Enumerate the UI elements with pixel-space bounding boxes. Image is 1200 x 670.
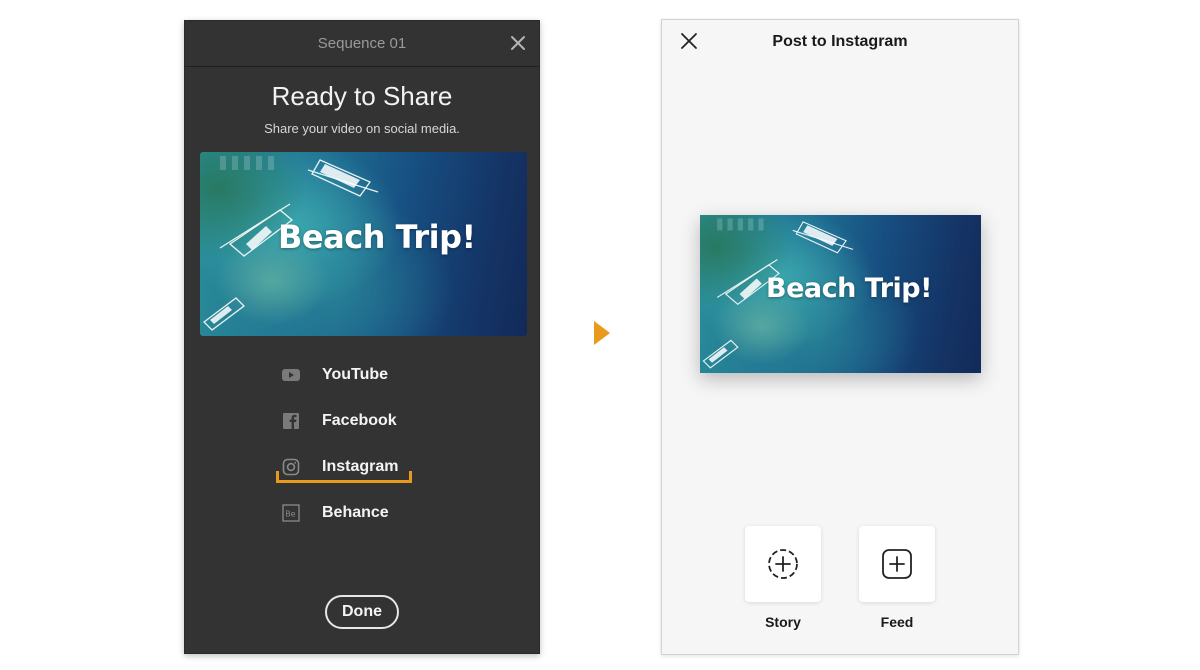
share-item-youtube[interactable]: YouTube bbox=[282, 363, 442, 389]
share-subheading: Share your video on social media. bbox=[264, 121, 460, 136]
feed-option[interactable]: Feed bbox=[859, 526, 937, 630]
share-dialog-header: Sequence 01 bbox=[185, 21, 539, 67]
feed-add-icon bbox=[882, 549, 912, 579]
story-add-icon bbox=[768, 549, 798, 579]
share-item-behance[interactable]: Be Behance bbox=[282, 501, 442, 527]
share-item-label: Facebook bbox=[322, 412, 397, 429]
share-item-label: YouTube bbox=[322, 366, 389, 383]
share-heading: Ready to Share bbox=[271, 81, 453, 111]
story-option[interactable]: Story bbox=[745, 526, 823, 630]
close-icon[interactable] bbox=[509, 34, 527, 52]
video-thumbnail: Beach Trip! bbox=[200, 152, 527, 336]
facebook-icon bbox=[283, 413, 299, 429]
sequence-title: Sequence 01 bbox=[317, 35, 407, 52]
behance-icon: Be bbox=[282, 504, 300, 522]
feed-label: Feed bbox=[880, 614, 914, 630]
thumbnail-title: Beach Trip! bbox=[278, 218, 476, 256]
svg-text:Be: Be bbox=[285, 510, 295, 519]
story-button[interactable] bbox=[745, 526, 821, 602]
video-preview: Beach Trip! bbox=[700, 215, 981, 373]
play-arrow-icon bbox=[594, 321, 610, 345]
post-dialog-title: Post to Instagram bbox=[772, 33, 908, 50]
share-dialog: Sequence 01 Ready to Share Share your vi… bbox=[184, 20, 540, 654]
thumbnail-title: Beach Trip! bbox=[766, 273, 932, 304]
instagram-highlight-bracket bbox=[276, 471, 412, 483]
share-item-label: Behance bbox=[322, 504, 389, 521]
done-button[interactable]: Done bbox=[325, 595, 399, 629]
post-dialog: Post to Instagram Beach Trip! Story Feed bbox=[661, 19, 1019, 655]
story-label: Story bbox=[765, 614, 801, 630]
youtube-icon bbox=[282, 369, 300, 381]
feed-button[interactable] bbox=[859, 526, 935, 602]
share-item-facebook[interactable]: Facebook bbox=[282, 409, 442, 435]
